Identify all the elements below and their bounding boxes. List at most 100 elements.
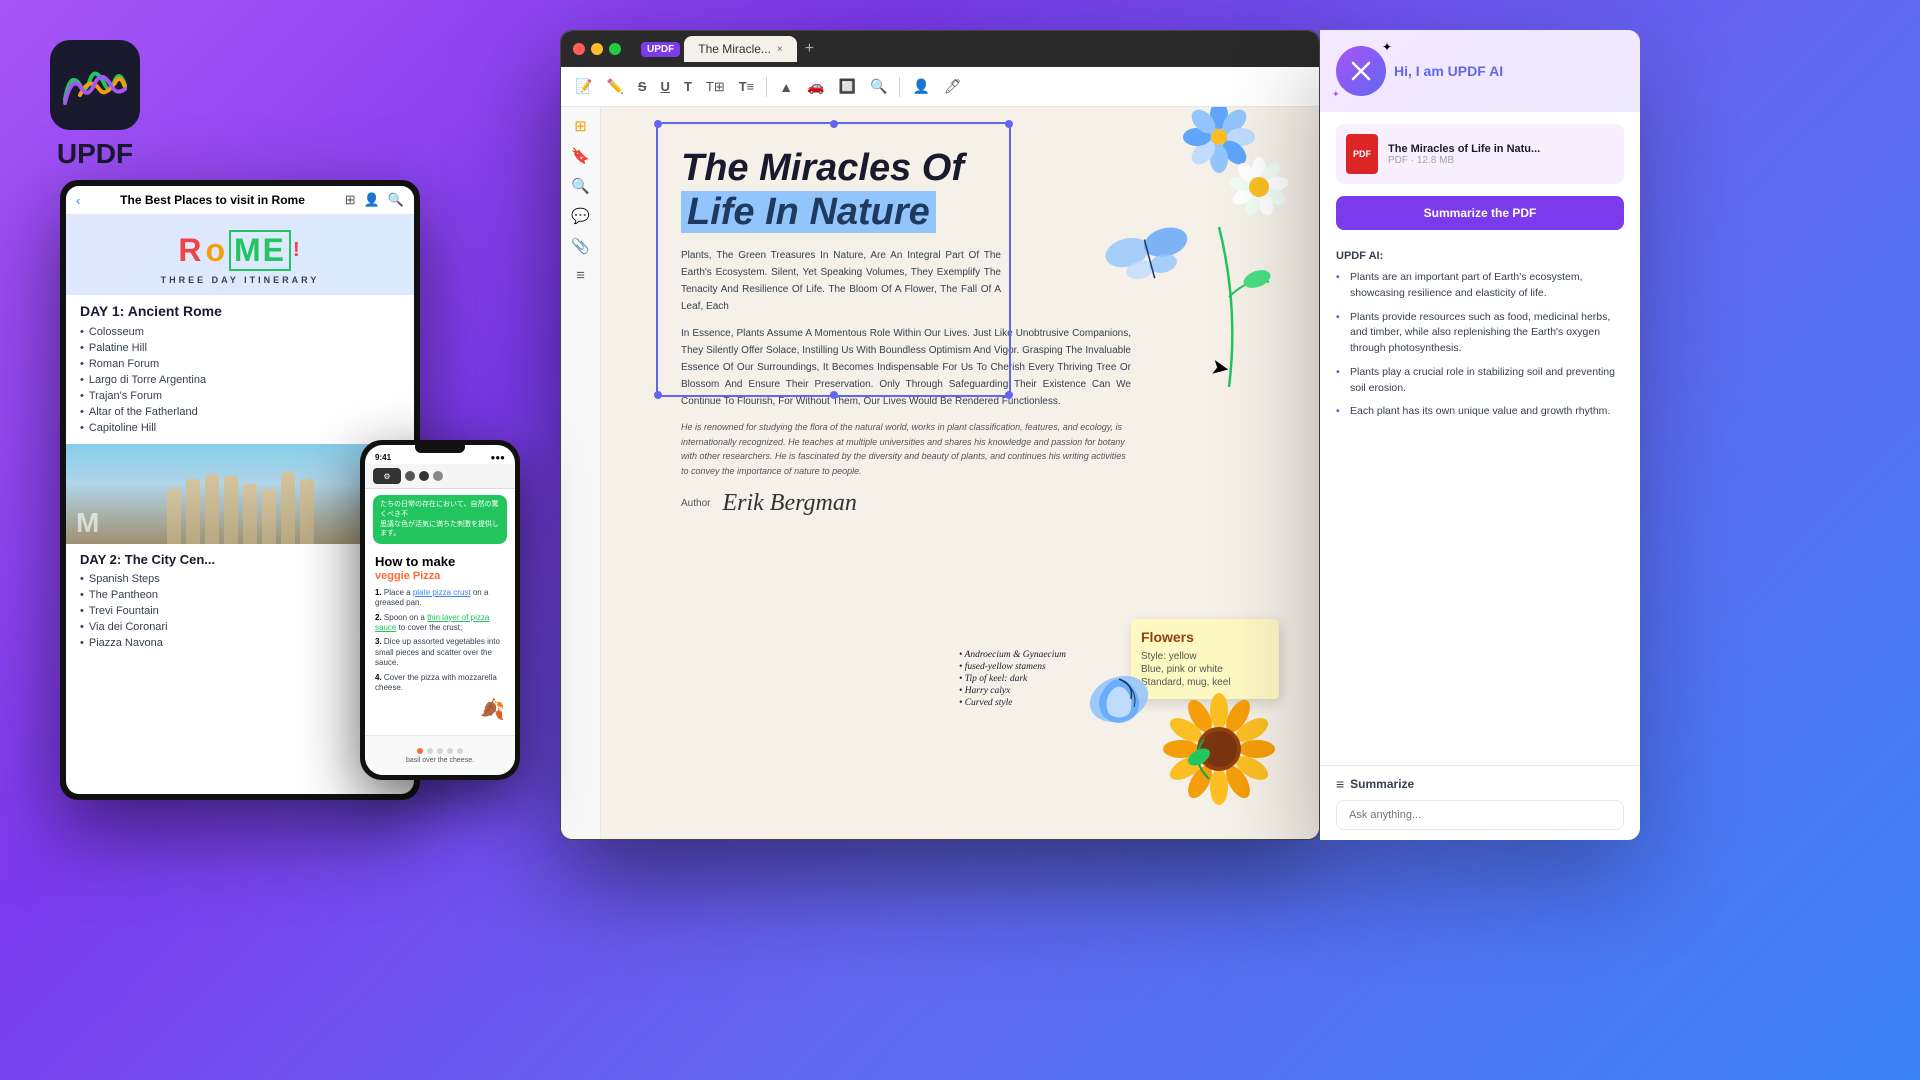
tablet-share-icon[interactable]: 👤 xyxy=(364,192,380,208)
pdf-title-area: The Miracles Of Life In Nature xyxy=(621,127,1299,239)
list-item: •Capitoline Hill xyxy=(80,420,400,436)
summarize-text: Summarize xyxy=(1350,777,1414,791)
list-item: •Altar of the Fatherland xyxy=(80,404,400,420)
tab-label: The Miracle... xyxy=(698,42,771,56)
app-name: UPDF xyxy=(50,138,140,170)
blue-shell-decoration xyxy=(1079,659,1159,739)
add-tab-button[interactable]: + xyxy=(805,40,814,58)
ai-bottom: ≡ Summarize xyxy=(1320,765,1640,840)
phone-toolbar-dark: ⚙ xyxy=(373,468,401,484)
list-item: •Via dei Coronari xyxy=(80,619,400,635)
phone-toolbar: ⚙ xyxy=(365,464,515,489)
dot-2 xyxy=(427,748,433,754)
ai-bullet-2: Plants provide resources such as food, m… xyxy=(1336,306,1624,361)
item-colosseum: Colosseum xyxy=(89,326,144,338)
pdf-sidebar: ⊞ 🔖 🔍 💬 📎 ≡ xyxy=(561,107,601,839)
phone-toolbar-dot1 xyxy=(405,471,415,481)
window-close-button[interactable] xyxy=(573,43,585,55)
phone-device: 9:41 ●●● ⚙ たちの日常の存在において、自然の驚くべき不思議な色が活気に… xyxy=(360,440,520,780)
blue-shell-svg xyxy=(1079,659,1159,739)
toolbar-divider-2 xyxy=(899,77,900,97)
phone-notch xyxy=(415,445,465,453)
item-largo: Largo di Torre Argentina xyxy=(89,374,206,386)
item-trevi: Trevi Fountain xyxy=(89,605,159,617)
pdf-body-italic: He is renowned for studying the flora of… xyxy=(621,414,1151,482)
item-via-dei: Via dei Coronari xyxy=(89,621,168,633)
sparkle-icon-small: ✦ xyxy=(1332,89,1340,100)
ai-avatar xyxy=(1336,46,1386,96)
ai-file-name: The Miracles of Life in Natu... xyxy=(1388,143,1540,155)
rome-r: R xyxy=(178,232,203,269)
toolbar-highlight-icon[interactable]: ▲ xyxy=(775,75,797,99)
ai-panel: ✦ ✦ Hi, I am UPDF AI PDF The Miracles of… xyxy=(1320,30,1640,840)
toolbar-search-icon[interactable]: 🔍 xyxy=(866,74,891,99)
tablet-day1-title: DAY 1: Ancient Rome xyxy=(80,303,400,319)
ai-panel-header: ✦ ✦ Hi, I am UPDF AI xyxy=(1320,30,1640,112)
list-item: •Trevi Fountain xyxy=(80,603,400,619)
phone-bottom-bar: basil over the cheese. xyxy=(365,735,515,775)
pdf-author-section: Author Erik Bergman xyxy=(621,482,1299,517)
tablet-copy-icon[interactable]: ⊞ xyxy=(345,192,356,208)
toolbar-text-style-icon[interactable]: T≡ xyxy=(735,75,759,98)
toolbar-image-icon[interactable]: 🚗 xyxy=(803,74,828,99)
tab-close-icon[interactable]: × xyxy=(777,44,783,55)
sidebar-thumbnail-icon[interactable]: ⊞ xyxy=(574,117,587,135)
toolbar-text-box-icon[interactable]: T⊞ xyxy=(702,75,729,99)
flowers-note-item-2: Blue, pink or white xyxy=(1141,663,1269,676)
tablet-back-button[interactable]: ‹ xyxy=(76,193,80,208)
toolbar-pen-icon[interactable]: ✏️ xyxy=(602,74,627,99)
tablet-day1-section: DAY 1: Ancient Rome •Colosseum •Palatine… xyxy=(66,295,414,444)
phone-step-num-3: 3. xyxy=(375,637,384,646)
pdf-body-paragraph-1: Plants, The Green Treasures In Nature, A… xyxy=(621,239,1021,321)
toolbar-sticky-note-icon[interactable]: 📝 xyxy=(571,74,596,99)
window-tab-area: UPDF The Miracle... × + xyxy=(641,36,1307,62)
phone-recipe-subtitle: veggie Pizza xyxy=(375,570,505,582)
ai-summarize-pdf-button[interactable]: Summarize the PDF xyxy=(1336,196,1624,230)
ai-section-title: UPDF AI: xyxy=(1320,242,1640,266)
flowers-note-title: Flowers xyxy=(1141,629,1269,645)
list-item: •Colosseum xyxy=(80,324,400,340)
ai-file-icon: PDF xyxy=(1346,134,1378,174)
ai-icon-area: ✦ ✦ xyxy=(1336,46,1386,96)
toolbar-user-icon[interactable]: 👤 xyxy=(908,74,933,99)
rome-m-overlay: M xyxy=(76,507,99,539)
pdf-title-line1: The Miracles Of xyxy=(681,147,1279,191)
toolbar-underline-icon[interactable]: U xyxy=(657,75,674,98)
item-spanish-steps: Spanish Steps xyxy=(89,573,160,585)
ai-chat-input[interactable] xyxy=(1336,800,1624,830)
phone-toolbar-dot3 xyxy=(433,471,443,481)
list-item: •Largo di Torre Argentina xyxy=(80,372,400,388)
toolbar-stamp-icon[interactable]: 🖊 xyxy=(940,74,966,99)
pdf-toolbar: 📝 ✏️ S U T T⊞ T≡ ▲ 🚗 🔲 🔍 👤 🖊 xyxy=(561,67,1319,107)
rome-title-art: R o ME ! xyxy=(76,230,404,271)
sidebar-bookmark-icon[interactable]: 🔖 xyxy=(571,147,590,165)
list-item: •Spanish Steps xyxy=(80,571,400,587)
dot-5 xyxy=(457,748,463,754)
window-maximize-button[interactable] xyxy=(609,43,621,55)
list-item: •Roman Forum xyxy=(80,356,400,372)
list-item: •Palatine Hill xyxy=(80,340,400,356)
rome-exclamation: ! xyxy=(293,239,302,262)
rome-subtitle: THREE DAY ITINERARY xyxy=(76,275,404,285)
phone-step-num-2: 2. xyxy=(375,613,384,622)
ai-bullet-3: Plants play a crucial role in stabilizin… xyxy=(1336,361,1624,401)
window-minimize-button[interactable] xyxy=(591,43,603,55)
toolbar-strikethrough-icon[interactable]: S xyxy=(634,75,651,98)
phone-step-num-4: 4. xyxy=(375,673,384,682)
phone-step-2: 2. Spoon on a thin layer of pizza sauce … xyxy=(375,613,505,634)
sidebar-search-icon[interactable]: 🔍 xyxy=(571,177,590,195)
sidebar-comment-icon[interactable]: 💬 xyxy=(571,207,590,225)
ai-bullet-1: Plants are an important part of Earth's … xyxy=(1336,266,1624,306)
tablet-search-icon[interactable]: 🔍 xyxy=(388,192,404,208)
toolbar-text-icon[interactable]: T xyxy=(680,75,696,98)
dot-4 xyxy=(447,748,453,754)
flowers-note-item-1: Style: yellow xyxy=(1141,650,1269,663)
rome-header: R o ME ! THREE DAY ITINERARY xyxy=(66,215,414,295)
sidebar-attachment-icon[interactable]: 📎 xyxy=(571,237,590,255)
tablet-icons: ⊞ 👤 🔍 xyxy=(345,192,404,208)
item-pantheon: The Pantheon xyxy=(89,589,158,601)
toolbar-zoom-icon[interactable]: 🔲 xyxy=(835,74,860,99)
ai-greeting-text: Hi, I am UPDF AI xyxy=(1394,63,1503,79)
sidebar-layers-icon[interactable]: ≡ xyxy=(576,267,585,284)
window-tab-active[interactable]: The Miracle... × xyxy=(684,36,797,62)
